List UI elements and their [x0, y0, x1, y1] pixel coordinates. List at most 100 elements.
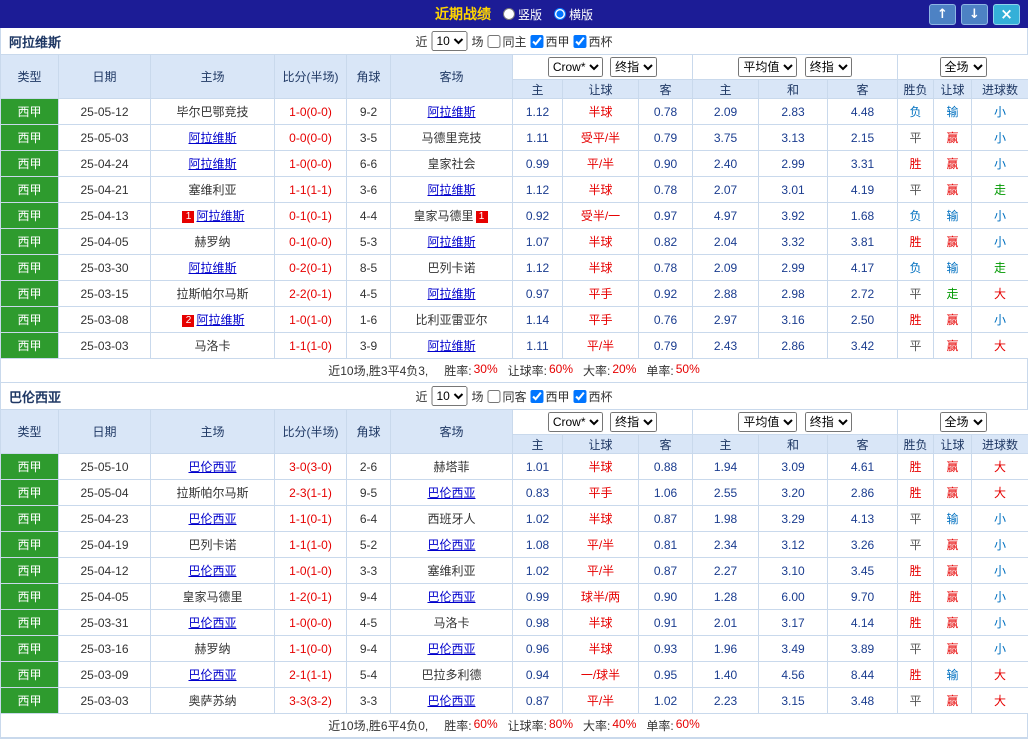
corner-cell: 3-3	[347, 558, 391, 584]
ou-result-cell: 小	[972, 229, 1028, 255]
same-venue-filter[interactable]: 同客	[487, 388, 526, 405]
same-venue-checkbox[interactable]	[487, 390, 500, 403]
subject-team-link[interactable]: 巴伦西亚	[188, 668, 236, 682]
eu-away-odds: 2.86	[828, 480, 898, 506]
date-cell: 25-04-24	[59, 151, 151, 177]
subject-team-link[interactable]: 巴伦西亚	[427, 642, 475, 656]
result-cell: 胜	[898, 610, 934, 636]
date-cell: 25-05-10	[59, 454, 151, 480]
layout-horizontal-option[interactable]: 横版	[554, 6, 593, 23]
league-filter[interactable]: 西甲	[531, 33, 570, 50]
match-row: 西甲25-03-03奥萨苏纳3-3(3-2)3-3巴伦西亚0.87平/半1.02…	[1, 688, 1028, 714]
team-name: 皇家社会	[427, 157, 475, 171]
subcol-ah-line: 让球	[563, 80, 639, 99]
subject-team-link[interactable]: 阿拉维斯	[427, 105, 475, 119]
score-cell: 2-3(1-1)	[275, 480, 347, 506]
summary-stat-label: 胜率:	[444, 362, 471, 379]
euro-stage-select[interactable]: 终指	[805, 412, 852, 432]
cup-filter[interactable]: 西杯	[574, 388, 613, 405]
date-cell: 25-04-12	[59, 558, 151, 584]
away-team-cell: 巴伦西亚	[391, 688, 513, 714]
league-checkbox[interactable]	[531, 390, 544, 403]
subject-team-link[interactable]: 巴伦西亚	[427, 538, 475, 552]
scroll-down-button[interactable]: ↓	[961, 4, 988, 25]
subcol-ah-home: 主	[513, 80, 563, 99]
subject-team-link[interactable]: 阿拉维斯	[427, 339, 475, 353]
away-team-cell: 皇家马德里1	[391, 203, 513, 229]
corner-cell: 6-4	[347, 506, 391, 532]
same-venue-filter[interactable]: 同主	[487, 33, 526, 50]
match-filter-controls: 近 10 场 同客 西甲 西杯	[415, 386, 612, 406]
away-team-cell: 马洛卡	[391, 610, 513, 636]
subject-team-link[interactable]: 阿拉维斯	[427, 287, 475, 301]
ah-away-odds: 0.90	[639, 584, 693, 610]
result-cell: 平	[898, 532, 934, 558]
ah-result-cell: 赢	[934, 688, 972, 714]
ah-home-odds: 0.96	[513, 636, 563, 662]
team-name: 巴列卡诺	[188, 538, 236, 552]
subject-team-link[interactable]: 巴伦西亚	[427, 590, 475, 604]
league-cell: 西甲	[1, 558, 59, 584]
subcol-goals: 进球数	[972, 435, 1028, 454]
scope-select[interactable]: 全场	[940, 412, 987, 432]
subject-team-link[interactable]: 巴伦西亚	[427, 486, 475, 500]
subject-team-link[interactable]: 巴伦西亚	[188, 512, 236, 526]
subject-team-link[interactable]: 巴伦西亚	[188, 564, 236, 578]
subject-team-link[interactable]: 阿拉维斯	[427, 183, 475, 197]
subject-team-link[interactable]: 阿拉维斯	[188, 261, 236, 275]
date-cell: 25-04-13	[59, 203, 151, 229]
eu-draw-odds: 3.92	[759, 203, 828, 229]
ah-home-odds: 1.11	[513, 125, 563, 151]
horizontal-layout-label: 横版	[569, 6, 593, 23]
subject-team-link[interactable]: 阿拉维斯	[196, 209, 244, 223]
eu-away-odds: 3.89	[828, 636, 898, 662]
match-row: 西甲25-04-12巴伦西亚1-0(1-0)3-3塞维利亚1.02平/半0.87…	[1, 558, 1028, 584]
cup-checkbox[interactable]	[574, 35, 587, 48]
odds-source-select[interactable]: Crow*	[548, 57, 603, 77]
scope-select[interactable]: 全场	[940, 57, 987, 77]
euro-average-select[interactable]: 平均值	[738, 57, 797, 77]
subject-team-link[interactable]: 巴伦西亚	[188, 460, 236, 474]
league-checkbox[interactable]	[531, 35, 544, 48]
odds-stage-select[interactable]: 终指	[610, 57, 657, 77]
cup-label: 西杯	[589, 33, 613, 50]
match-row: 西甲25-03-16赫罗纳1-1(0-0)9-4巴伦西亚0.96半球0.931.…	[1, 636, 1028, 662]
vertical-layout-radio[interactable]	[503, 8, 515, 20]
close-button[interactable]: ×	[993, 4, 1020, 25]
subject-team-link[interactable]: 阿拉维斯	[427, 235, 475, 249]
ou-result-cell: 大	[972, 688, 1028, 714]
odds-stage-select[interactable]: 终指	[610, 412, 657, 432]
eu-home-odds: 1.98	[693, 506, 759, 532]
corner-cell: 3-9	[347, 333, 391, 359]
home-team-cell: 巴伦西亚	[151, 506, 275, 532]
subject-team-link[interactable]: 巴伦西亚	[188, 616, 236, 630]
layout-vertical-option[interactable]: 竖版	[503, 6, 542, 23]
league-filter[interactable]: 西甲	[531, 388, 570, 405]
subject-team-link[interactable]: 阿拉维斯	[196, 313, 244, 327]
euro-stage-select[interactable]: 终指	[805, 57, 852, 77]
odds-source-select[interactable]: Crow*	[548, 412, 603, 432]
same-venue-checkbox[interactable]	[487, 35, 500, 48]
matches-label: 场	[471, 33, 483, 50]
summary-stat-label: 让球率:	[508, 717, 547, 734]
league-cell: 西甲	[1, 610, 59, 636]
eu-home-odds: 2.88	[693, 281, 759, 307]
away-team-cell: 西班牙人	[391, 506, 513, 532]
ou-result-cell: 小	[972, 584, 1028, 610]
match-count-select[interactable]: 10	[431, 31, 467, 51]
team-name: 马洛卡	[433, 616, 469, 630]
subject-team-link[interactable]: 阿拉维斯	[188, 157, 236, 171]
euro-average-select[interactable]: 平均值	[738, 412, 797, 432]
ah-away-odds: 1.02	[639, 688, 693, 714]
subject-team-link[interactable]: 阿拉维斯	[188, 131, 236, 145]
cup-filter[interactable]: 西杯	[574, 33, 613, 50]
league-cell: 西甲	[1, 203, 59, 229]
subject-team-link[interactable]: 巴伦西亚	[427, 694, 475, 708]
date-cell: 25-03-15	[59, 281, 151, 307]
cup-checkbox[interactable]	[574, 390, 587, 403]
subcol-ah-result: 让球	[934, 80, 972, 99]
scroll-up-button[interactable]: ↑	[929, 4, 956, 25]
date-cell: 25-03-03	[59, 333, 151, 359]
match-count-select[interactable]: 10	[431, 386, 467, 406]
horizontal-layout-radio[interactable]	[554, 8, 566, 20]
